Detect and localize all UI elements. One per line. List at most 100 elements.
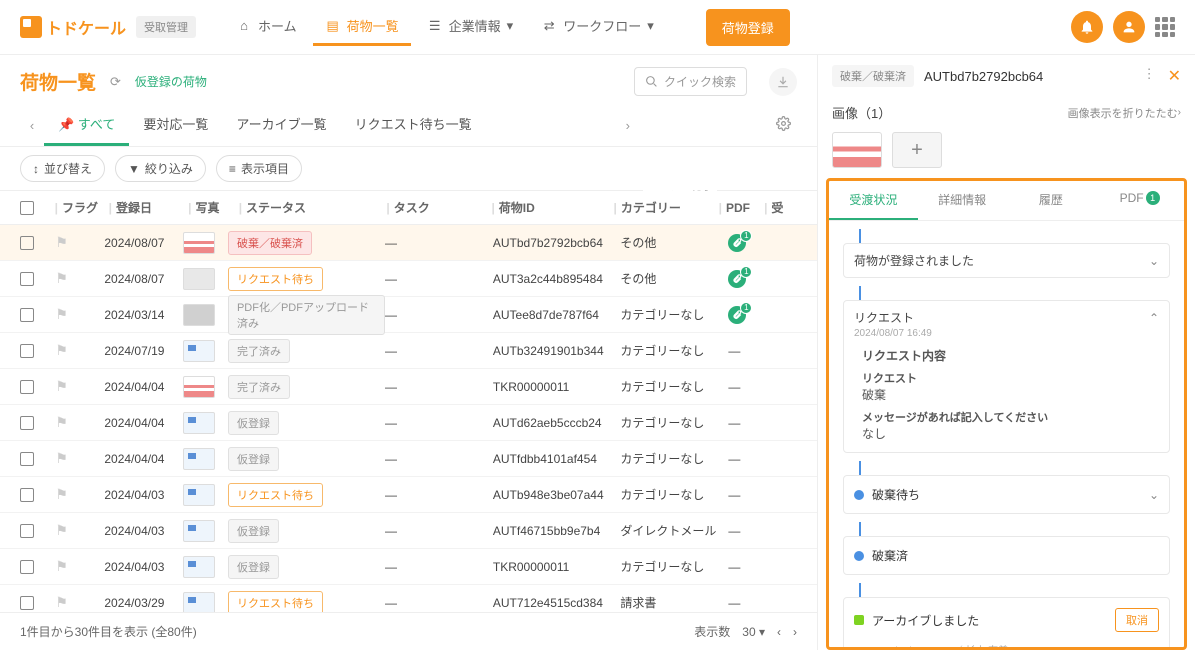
flag-icon[interactable]: ⚑ <box>55 414 68 430</box>
download-icon[interactable] <box>769 68 797 96</box>
detail-menu-icon[interactable]: ⋮ <box>1143 66 1156 86</box>
col-photo-header[interactable]: 写真 <box>196 199 235 216</box>
row-checkbox[interactable] <box>20 308 34 322</box>
next-page-icon[interactable]: › <box>793 625 797 639</box>
row-checkbox[interactable] <box>20 416 34 430</box>
col-status-header[interactable]: ステータス <box>246 199 382 216</box>
timeline-waiting[interactable]: 破棄待ち⌄ <box>843 475 1170 514</box>
row-checkbox[interactable] <box>20 272 34 286</box>
table-header-row: トドケル花子 |フラグ |登録日 |写真 |ステータス |タスク |荷物ID |… <box>0 190 817 225</box>
table-row[interactable]: ⚑2024/04/04仮登録—AUTfdbb4101af454カテゴリーなし— <box>0 441 817 477</box>
quick-search-input[interactable]: クイック検索 <box>634 67 747 96</box>
col-id-header[interactable]: 荷物ID <box>499 199 610 216</box>
col-category-header[interactable]: カテゴリー <box>621 199 715 216</box>
list-tab[interactable]: 要対応一覧 <box>129 104 222 146</box>
tabs-settings-icon[interactable] <box>770 110 797 140</box>
refresh-icon[interactable]: ⟳ <box>110 74 121 90</box>
row-thumbnail[interactable] <box>183 520 215 542</box>
select-all-checkbox[interactable] <box>20 201 34 215</box>
detail-tab-status[interactable]: 受渡状況 <box>829 181 918 220</box>
register-package-button[interactable]: 荷物登録 <box>706 9 790 46</box>
flag-icon[interactable]: ⚑ <box>55 378 68 394</box>
timeline-request[interactable]: リクエスト 2024/08/07 16:49 ⌃ リクエスト内容 リクエスト 破… <box>843 300 1170 453</box>
col-receiver-header[interactable]: 受 <box>771 199 797 216</box>
flag-icon[interactable]: ⚑ <box>55 234 68 250</box>
list-tab[interactable]: アーカイブ一覧 <box>222 104 340 146</box>
timeline-registered[interactable]: 荷物が登録されました⌄ <box>843 243 1170 278</box>
flag-icon[interactable]: ⚑ <box>55 558 68 574</box>
attachment-icon[interactable]: 1 <box>728 270 746 288</box>
cancel-archive-button[interactable]: 取消 <box>1115 608 1159 632</box>
row-checkbox[interactable] <box>20 524 34 538</box>
apps-grid-icon[interactable] <box>1155 17 1175 37</box>
temp-packages-link[interactable]: 仮登録の荷物 <box>135 73 207 90</box>
table-row[interactable]: ⚑2024/04/04完了済み—TKR00000011カテゴリーなし— <box>0 369 817 405</box>
flag-icon[interactable]: ⚑ <box>55 450 68 466</box>
row-checkbox[interactable] <box>20 488 34 502</box>
row-date: 2024/04/04 <box>104 416 182 430</box>
row-thumbnail[interactable] <box>183 556 215 578</box>
table-row[interactable]: ⚑2024/03/29リクエスト待ち—AUT712e4515cd384請求書— <box>0 585 817 612</box>
table-row[interactable]: ⚑2024/04/03リクエスト待ち—AUTb948e3be07a44カテゴリー… <box>0 477 817 513</box>
attachment-icon[interactable]: 1 <box>728 234 746 252</box>
fold-images-link[interactable]: 画像表示を折りたたむ <box>1068 105 1178 121</box>
table-row[interactable]: ⚑2024/04/03仮登録—TKR00000011カテゴリーなし— <box>0 549 817 585</box>
table-row[interactable]: ⚑2024/04/04仮登録—AUTd62aeb5cccb24カテゴリーなし— <box>0 405 817 441</box>
user-avatar-icon[interactable] <box>1113 11 1145 43</box>
col-date-header[interactable]: 登録日 <box>116 199 184 216</box>
row-checkbox[interactable] <box>20 452 34 466</box>
row-thumbnail[interactable] <box>183 232 215 254</box>
table-row[interactable]: ⚑2024/04/03仮登録—AUTf46715bb9e7b4ダイレクトメール— <box>0 513 817 549</box>
tabs-next-icon[interactable]: › <box>616 118 640 133</box>
filter-chip[interactable]: ▼ 絞り込み <box>115 155 206 182</box>
status-pill: PDF化／PDFアップロード済み <box>228 295 385 335</box>
table-row[interactable]: ⚑2024/08/07リクエスト待ち—AUT3a2c44b895484その他1 <box>0 261 817 297</box>
list-tab[interactable]: 📌 すべて <box>44 104 129 146</box>
detail-tab-history[interactable]: 履歴 <box>1007 181 1096 220</box>
nav-item[interactable]: ☰企業情報 ▾ <box>415 8 526 46</box>
row-checkbox[interactable] <box>20 380 34 394</box>
row-thumbnail[interactable] <box>183 340 215 362</box>
row-checkbox[interactable] <box>20 596 34 610</box>
close-panel-icon[interactable]: ✕ <box>1168 66 1181 86</box>
row-thumbnail[interactable] <box>183 448 215 470</box>
row-thumbnail[interactable] <box>183 376 215 398</box>
list-tab[interactable]: リクエスト待ち一覧 <box>341 104 486 146</box>
nav-item[interactable]: ⇄ワークフロー ▾ <box>529 8 666 46</box>
col-task-header[interactable]: タスク <box>394 199 488 216</box>
prev-page-icon[interactable]: ‹ <box>777 625 781 639</box>
attachment-icon[interactable]: 1 <box>728 306 746 324</box>
flag-icon[interactable]: ⚑ <box>55 522 68 538</box>
flag-icon[interactable]: ⚑ <box>55 270 68 286</box>
row-checkbox[interactable] <box>20 344 34 358</box>
row-checkbox[interactable] <box>20 236 34 250</box>
add-image-button[interactable]: + <box>892 132 942 168</box>
per-page-select[interactable]: 30 ▾ <box>742 625 765 639</box>
row-thumbnail[interactable] <box>183 268 215 290</box>
flag-icon[interactable]: ⚑ <box>55 594 68 610</box>
table-row[interactable]: ⚑2024/08/07破棄／破棄済—AUTbd7b2792bcb64その他1 <box>0 225 817 261</box>
detail-status-pill: 破棄／破棄済 <box>832 65 914 87</box>
col-pdf-header[interactable]: PDF <box>726 201 760 215</box>
flag-icon[interactable]: ⚑ <box>55 342 68 358</box>
timeline-done[interactable]: 破棄済 <box>843 536 1170 575</box>
nav-item[interactable]: ▤荷物一覧 <box>313 8 411 46</box>
row-thumbnail[interactable] <box>183 484 215 506</box>
row-checkbox[interactable] <box>20 560 34 574</box>
sort-chip[interactable]: ↕ 並び替え <box>20 155 105 182</box>
row-thumbnail[interactable] <box>183 412 215 434</box>
flag-icon[interactable]: ⚑ <box>55 306 68 322</box>
table-row[interactable]: ⚑2024/03/14PDF化／PDFアップロード済み—AUTee8d7de78… <box>0 297 817 333</box>
row-thumbnail[interactable] <box>183 592 215 613</box>
flag-icon[interactable]: ⚑ <box>55 486 68 502</box>
image-thumbnail[interactable] <box>832 132 882 168</box>
col-flag-header[interactable]: フラグ <box>62 199 105 216</box>
tabs-prev-icon[interactable]: ‹ <box>20 118 44 133</box>
detail-tab-info[interactable]: 詳細情報 <box>918 181 1007 220</box>
nav-item[interactable]: ⌂ホーム <box>224 8 309 46</box>
columns-chip[interactable]: ≡ 表示項目 <box>216 155 302 182</box>
detail-tab-pdf[interactable]: PDF1 <box>1095 181 1184 220</box>
notifications-icon[interactable] <box>1071 11 1103 43</box>
table-row[interactable]: ⚑2024/07/19完了済み—AUTb32491901b344カテゴリーなし— <box>0 333 817 369</box>
row-thumbnail[interactable] <box>183 304 215 326</box>
